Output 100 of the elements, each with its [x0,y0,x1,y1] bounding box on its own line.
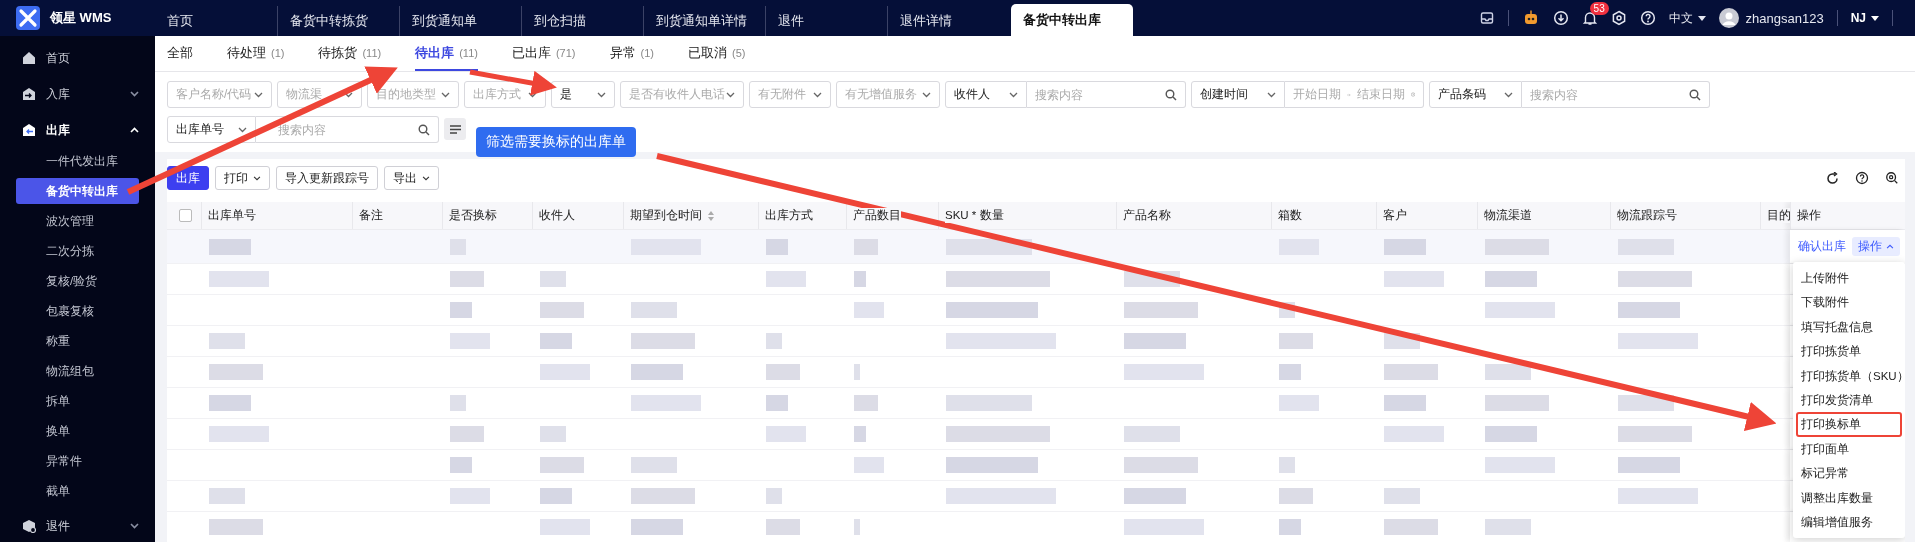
chevron-icon [528,91,537,98]
column-header: SKU * 数量 [945,208,1004,223]
blurred-cell [450,333,490,349]
blurred-cell [1279,488,1313,504]
select-field[interactable]: 创建时间 [1191,81,1285,108]
blurred-cell [854,457,884,473]
search-field[interactable]: 搜索内容 [1522,81,1710,108]
menu-item[interactable]: 打印发货清单 [1793,387,1905,413]
status-tab[interactable]: 已出库 (71) [511,36,576,71]
chevron-icon [130,127,139,133]
blurred-cell [1485,426,1537,442]
toolbar-button[interactable]: 打印 [215,166,270,190]
sidebar-item[interactable]: 异常件 [16,448,139,474]
blurred-cell [1124,488,1186,504]
blurred-cell [1485,519,1531,535]
logo-icon [16,6,40,30]
blurred-cell [1279,457,1295,473]
menu-item[interactable]: 填写托盘信息 [1793,314,1905,340]
sidebar-item[interactable]: 二次分拣 [16,238,139,264]
sidebar-item[interactable]: 备货中转出库 [16,178,139,204]
refresh-icon[interactable] [1826,171,1839,185]
chevron-icon [253,175,261,181]
filter-button[interactable] [444,118,466,140]
menu-item[interactable]: 编辑增值服务 [1793,509,1905,535]
settings-icon[interactable] [1610,10,1627,26]
blurred-cell [450,426,484,442]
select-field[interactable]: 是 [551,81,615,108]
sidebar-item[interactable]: 复核/验货 [16,268,139,294]
blurred-cell [1618,302,1680,318]
sidebar-item[interactable]: 出库 [0,112,155,148]
column-header: 客户 [1383,208,1407,223]
search-icon [1689,89,1701,101]
select-field[interactable]: 出库单号 [167,116,256,143]
column-header: 出库方式 [765,208,813,223]
blurred-cell [1384,488,1420,504]
select-field[interactable]: 收件人 [945,81,1027,108]
nav-tab[interactable]: 备货中转出库 [1011,4,1133,36]
menu-item[interactable]: 下载附件 [1793,290,1905,315]
blurred-cell [854,364,860,380]
blurred-cell [1384,395,1426,411]
menu-item[interactable]: 打印拣货单 [1793,339,1905,364]
chevron-icon [922,91,931,98]
search-field[interactable]: 搜索内容 [256,116,439,143]
column-header: 产品名称 [1123,208,1171,223]
blurred-cell [631,488,695,504]
toolbar-button[interactable]: 导入更新跟踪号 [276,166,378,190]
blurred-cell [450,302,472,318]
username[interactable]: zhangsan123 [1745,10,1824,26]
status-tab[interactable]: 待处理 (1) [227,36,285,71]
select-field[interactable]: 产品条码 [1429,81,1522,108]
download-icon[interactable] [1552,10,1569,26]
menu-item[interactable]: 调整出库数量 [1793,485,1905,510]
menu-item[interactable]: 上传附件 [1793,266,1905,291]
caret-icon [1871,15,1879,21]
blurred-cell [854,302,884,318]
status-tab[interactable]: 全部 [167,36,193,71]
sidebar-item[interactable]: 截单 [16,478,139,504]
avatar-icon[interactable] [1718,8,1739,28]
blurred-cell [1124,426,1180,442]
confirm-outbound-link[interactable]: 确认出库 [1798,239,1846,254]
language-select[interactable]: 中文 [1668,9,1706,27]
help-icon[interactable] [1855,171,1869,185]
search-field[interactable]: 搜索内容 [1027,81,1186,108]
menu-item[interactable]: 标记异常 [1793,461,1905,486]
blurred-cell [209,238,251,255]
nav-tab[interactable]: 首页 [155,6,277,36]
menu-item[interactable]: 打印面单 [1793,436,1905,462]
sidebar-item[interactable]: 物流组包 [16,358,139,384]
chevron-icon [254,91,263,98]
toolbar-button[interactable]: 导出 [384,166,439,190]
sidebar-item[interactable]: 换单 [16,418,139,444]
blurred-cell [1279,395,1319,411]
sidebar-item[interactable]: 入库 [0,76,155,112]
sidebar-item[interactable]: 称重 [16,328,139,354]
sidebar-item[interactable]: 包裹复核 [16,298,139,324]
blurred-cell [1485,395,1549,411]
settings-icon[interactable] [1885,171,1899,185]
sidebar-item[interactable]: 拆单 [16,388,139,414]
sidebar-item[interactable]: 退件 [0,508,155,542]
blurred-cell [766,395,788,411]
sidebar-item[interactable]: 首页 [0,40,155,76]
bell-icon[interactable] [1581,10,1598,26]
sidebar-item[interactable]: 一件代发出库 [16,148,139,174]
menu-item[interactable]: 打印换标单 [1796,412,1902,437]
menu-item[interactable]: 打印拣货单（SKU） [1793,363,1905,388]
blurred-cell [209,395,251,411]
box-icon [22,123,36,137]
sidebar-item[interactable]: 波次管理 [16,208,139,234]
status-tab[interactable]: 异常 (1) [609,36,654,71]
status-tab[interactable]: 待拣货 (11) [318,36,382,71]
checkbox[interactable] [179,209,192,222]
inbox-icon[interactable] [1478,10,1495,26]
blurred-cell [540,488,572,504]
actions-button[interactable]: 操作 [1852,237,1900,256]
warehouse-select[interactable]: NJ [1850,11,1879,25]
blurred-cell [540,426,566,442]
blurred-cell [540,457,584,473]
status-tab[interactable]: 已取消 (5) [687,36,746,71]
blurred-cell [854,238,878,255]
column-header: 期望到仓时间 [630,208,702,223]
